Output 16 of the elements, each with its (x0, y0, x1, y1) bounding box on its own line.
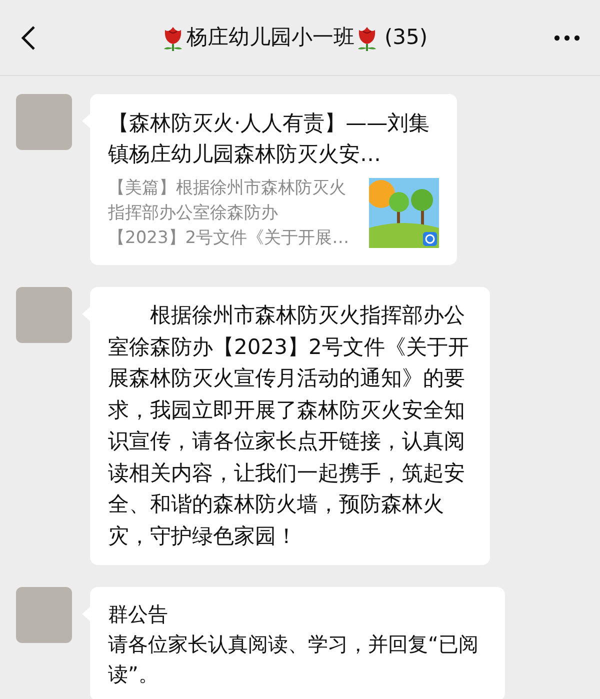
message-text: 根据徐州市森林防灭火指挥部办公室徐森防办【2023】2号文件《关于开展森林防灭火宣传月活动的通知》的要求，我园立即开展了森林防灭火安全知识宣传，请各位家长点开链接，认真阅读相关内容，让我们一起携手，筑起安全、和谐的森林防火墙，预防森林火灾，守护绿色家园！ (108, 302, 470, 550)
message-bubble[interactable]: 群公告 请各位家长认真阅读、学习，并回复“已阅读”。 (90, 587, 505, 699)
member-count: (35) (384, 24, 428, 51)
link-description: 【美篇】根据徐州市森林防灭火指挥部办公室徐森防办【2023】2号文件《关于开展… (108, 177, 350, 250)
message-bubble[interactable]: 根据徐州市森林防灭火指挥部办公室徐森防办【2023】2号文件《关于开展森林防灭火宣传月活动的通知》的要求，我园立即开展了森林防灭火安全知识宣传，请各位家长点开链接，认真阅读相关内容，让我们一起携手，筑起安全、和谐的森林防火墙，预防森林火灾，守护绿色家园！ (90, 287, 490, 565)
link-title: 【森林防灭火·人人有责】——刘集镇杨庄幼儿园森林防灭火安… (108, 110, 431, 168)
chat-title: 杨庄幼儿园小一班 (186, 24, 354, 51)
avatar[interactable] (16, 94, 72, 150)
notice-text: 请各位家长认真阅读、学习，并回复“已阅读”。 (108, 631, 480, 688)
message-bubble[interactable]: 【森林防灭火·人人有责】——刘集镇杨庄幼儿园森林防灭火安… 【美篇】根据徐州市森林防灭火指挥部办公室徐森防办【2023】2号文件《关于开展… (90, 94, 457, 265)
avatar[interactable] (16, 287, 72, 343)
more-icon[interactable] (554, 34, 580, 40)
back-icon[interactable] (20, 24, 36, 50)
notice-title: 群公告 (108, 601, 169, 628)
thumbnail-drawing (369, 178, 439, 248)
avatar[interactable] (16, 587, 72, 643)
